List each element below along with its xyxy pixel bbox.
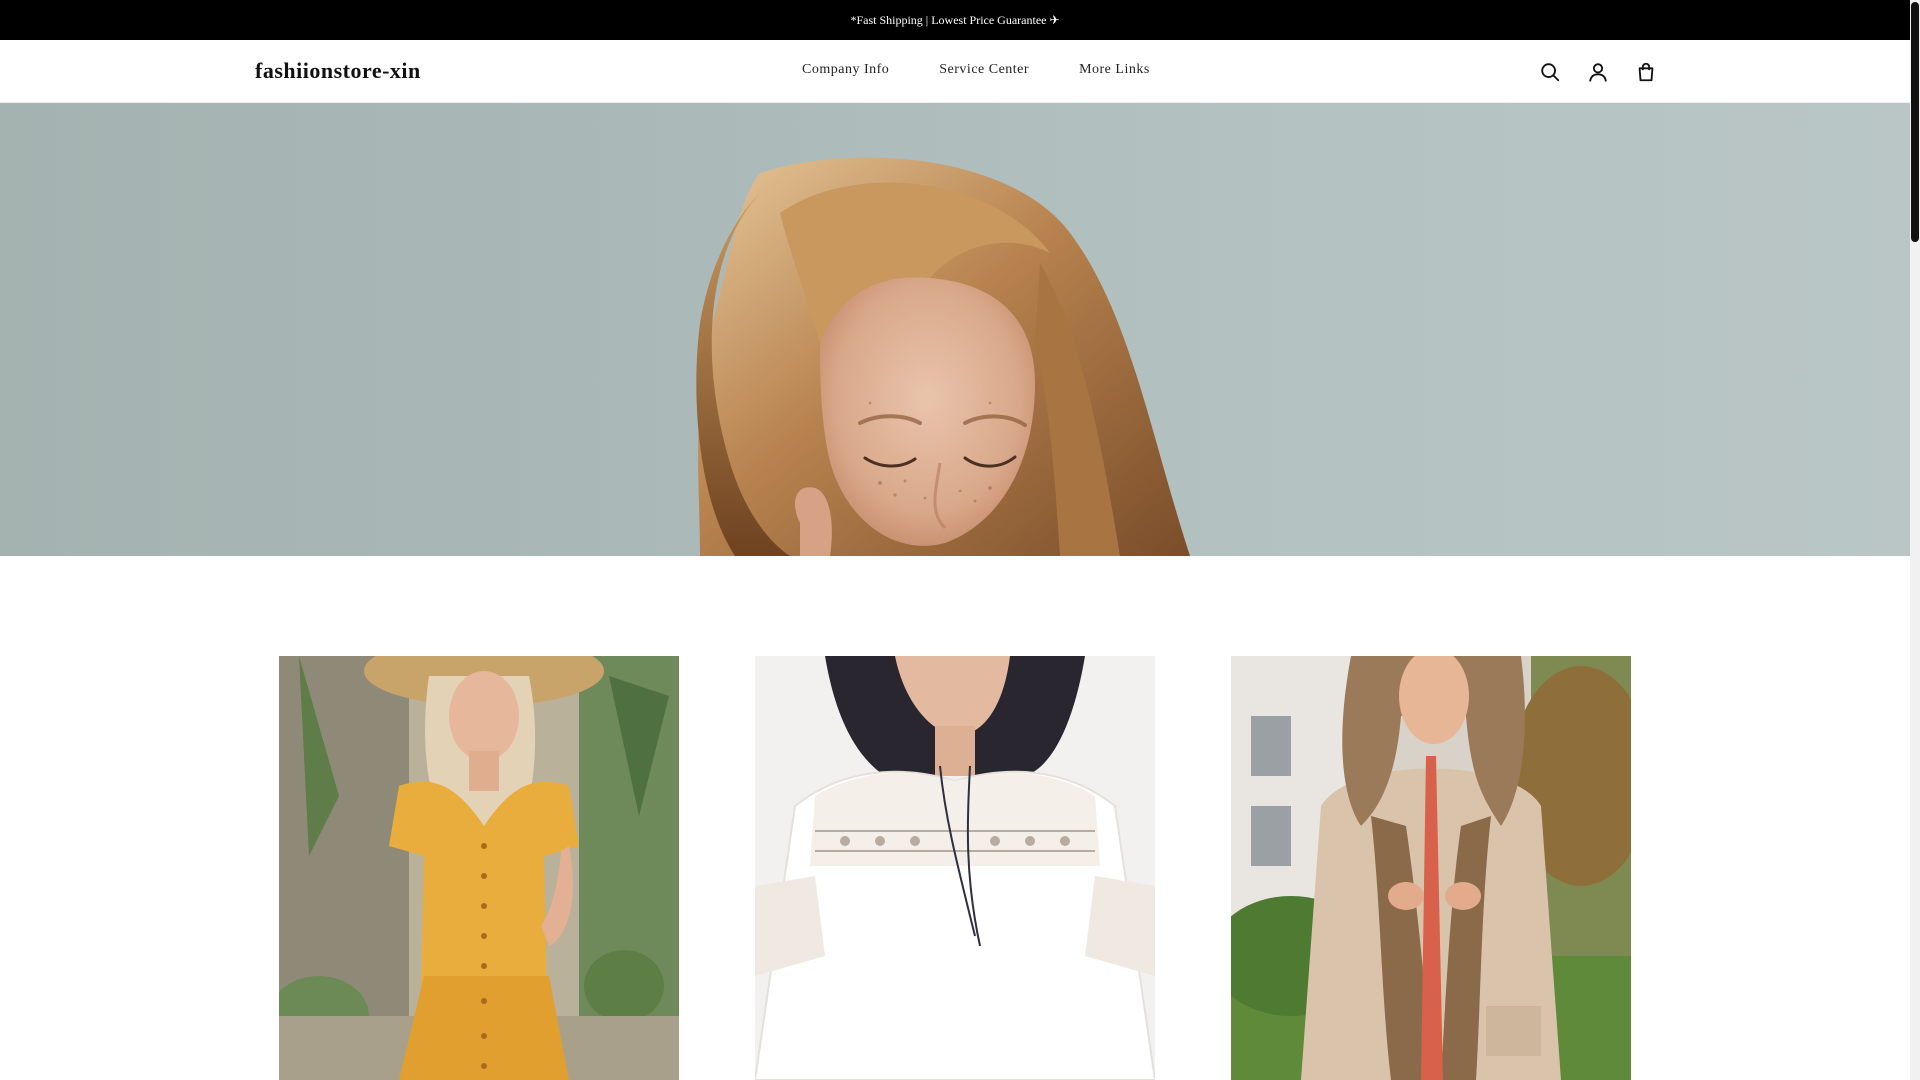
- nav-more-links[interactable]: More Links: [1079, 62, 1150, 78]
- product-card-white-lace-top[interactable]: [731, 636, 1176, 1080]
- hero-image: [696, 157, 1190, 556]
- cart-icon[interactable]: [1634, 60, 1658, 84]
- header-actions: [1538, 60, 1658, 84]
- search-icon[interactable]: [1538, 60, 1562, 84]
- product-card-fur-hood-coat[interactable]: [1207, 636, 1652, 1080]
- main-nav: Company Info Service Center More Links: [802, 62, 1150, 78]
- hero-banner[interactable]: [0, 103, 1910, 556]
- account-icon[interactable]: [1586, 60, 1610, 84]
- nav-service-center[interactable]: Service Center: [939, 62, 1029, 78]
- scrollbar-thumb[interactable]: [1911, 2, 1919, 242]
- product-image: [1231, 656, 1631, 1080]
- announcement-text: *Fast Shipping | Lowest Price Guarantee …: [850, 12, 1060, 27]
- store-logo[interactable]: fashiionstore-xin: [255, 58, 421, 84]
- product-card-yellow-dress[interactable]: [255, 636, 700, 1080]
- product-image: [755, 656, 1155, 1080]
- site-header: fashiionstore-xin Company Info Service C…: [0, 40, 1910, 103]
- nav-company-info[interactable]: Company Info: [802, 62, 889, 78]
- announcement-bar: *Fast Shipping | Lowest Price Guarantee …: [0, 0, 1910, 40]
- page-scrollbar[interactable]: [1910, 0, 1920, 1080]
- product-grid: [255, 636, 1655, 1080]
- product-image: [279, 656, 679, 1080]
